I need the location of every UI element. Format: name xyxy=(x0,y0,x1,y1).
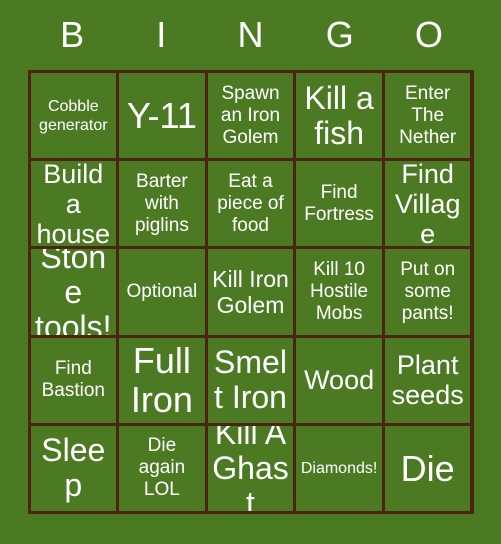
bingo-cell-g5[interactable]: Diamonds! xyxy=(296,425,385,514)
bingo-cell-label: Kill A Ghast xyxy=(212,425,289,514)
bingo-cell-g1[interactable]: Kill a fish xyxy=(296,73,385,162)
bingo-cell-o3[interactable]: Put on some pants! xyxy=(384,249,474,338)
bingo-cell-b2[interactable]: Build a house xyxy=(30,161,120,250)
bingo-cell-i4[interactable]: Full Iron xyxy=(119,337,208,426)
card-bottom-margin xyxy=(0,514,501,544)
bingo-cell-b3[interactable]: Stone tools! xyxy=(30,249,120,338)
bingo-cell-b5[interactable]: Sleep xyxy=(30,425,120,514)
bingo-cell-label: Find Village xyxy=(394,161,461,249)
bingo-cell-n2[interactable]: Eat a piece of food xyxy=(207,161,297,250)
bingo-card: B I N G O Cobble generator Y-11 Spawn an… xyxy=(0,0,501,544)
bingo-cell-label: Cobble generator xyxy=(39,97,108,134)
bingo-cell-i2[interactable]: Barter with piglins xyxy=(119,161,208,250)
bingo-cell-o5[interactable]: Die xyxy=(384,425,474,514)
bingo-cell-label: Y-11 xyxy=(126,95,197,137)
bingo-cell-label: Spawn an Iron Golem xyxy=(220,82,281,148)
bingo-cell-label: Build a house xyxy=(36,161,111,249)
header-letter-n: N xyxy=(237,14,264,55)
bingo-cell-o2[interactable]: Find Village xyxy=(384,161,474,250)
bingo-cell-label: Die xyxy=(400,447,455,489)
bingo-cell-label: Wood xyxy=(304,365,375,396)
bingo-cell-o1[interactable]: Enter The Nether xyxy=(384,73,474,162)
bingo-cell-n5[interactable]: Kill A Ghast xyxy=(207,425,297,514)
header-letter-i: I xyxy=(156,14,167,55)
bingo-cell-label: Die again LOL xyxy=(138,435,186,501)
bingo-cell-n4[interactable]: Smelt Iron xyxy=(207,337,297,426)
bingo-cell-i1[interactable]: Y-11 xyxy=(119,73,208,162)
bingo-header-row: B I N G O xyxy=(28,0,474,70)
bingo-cell-o4[interactable]: Plant seeds xyxy=(384,337,474,426)
bingo-cell-g4[interactable]: Wood xyxy=(296,337,385,426)
bingo-cell-b1[interactable]: Cobble generator xyxy=(30,73,120,162)
bingo-cell-label: Eat a piece of food xyxy=(217,170,284,236)
bingo-cell-label: Smelt Iron xyxy=(214,344,287,416)
bingo-cell-label: Kill Iron Golem xyxy=(212,265,289,318)
bingo-cell-label: Kill a fish xyxy=(304,79,374,151)
bingo-cell-label: Full Iron xyxy=(130,340,193,421)
bingo-cell-label: Barter with piglins xyxy=(134,170,189,236)
bingo-grid: Cobble generator Y-11 Spawn an Iron Gole… xyxy=(27,70,474,514)
bingo-cell-i5[interactable]: Die again LOL xyxy=(119,425,208,514)
header-letter-o: O xyxy=(414,14,443,55)
bingo-cell-label: Put on some pants! xyxy=(400,258,456,324)
bingo-cell-g3[interactable]: Kill 10 Hostile Mobs xyxy=(296,249,385,338)
bingo-cell-label: Find Bastion xyxy=(41,358,105,402)
header-letter-g: G xyxy=(325,14,354,55)
bingo-cell-n1[interactable]: Spawn an Iron Golem xyxy=(207,73,297,162)
bingo-cell-label: Optional xyxy=(126,280,198,302)
bingo-cell-label: Kill 10 Hostile Mobs xyxy=(310,258,369,324)
bingo-cell-label: Plant seeds xyxy=(391,350,464,411)
bingo-cell-label: Sleep xyxy=(41,432,106,504)
header-letter-b: B xyxy=(60,14,85,55)
bingo-cell-b4[interactable]: Find Bastion xyxy=(30,337,120,426)
bingo-cell-label: Diamonds! xyxy=(300,459,378,477)
bingo-cell-label: Stone tools! xyxy=(35,249,112,338)
bingo-cell-n3[interactable]: Kill Iron Golem xyxy=(207,249,297,338)
bingo-cell-label: Enter The Nether xyxy=(399,82,457,148)
bingo-cell-label: Find Fortress xyxy=(304,181,374,225)
bingo-cell-g2[interactable]: Find Fortress xyxy=(296,161,385,250)
bingo-cell-i3[interactable]: Optional xyxy=(119,249,208,338)
